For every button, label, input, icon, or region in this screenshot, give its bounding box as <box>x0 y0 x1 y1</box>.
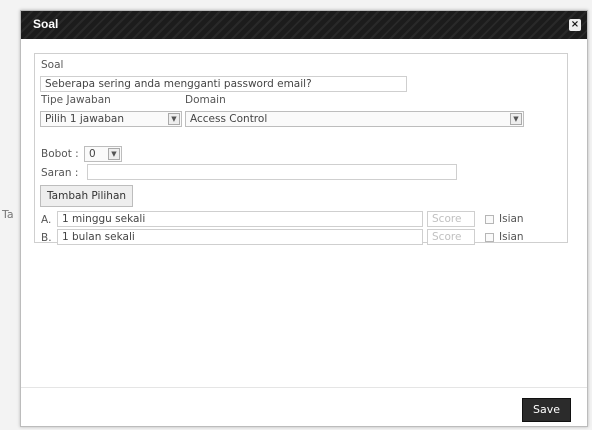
choice-a-prefix: A. <box>41 214 52 226</box>
choice-b-isian-checkbox[interactable] <box>485 233 494 242</box>
footer-divider <box>21 387 587 388</box>
dialog-title: Soal <box>33 17 59 31</box>
choice-b-isian-label: Isian <box>499 231 524 243</box>
choice-a-score-input[interactable]: Score <box>427 211 475 227</box>
background-fragment: Ta <box>2 208 14 221</box>
choice-a-isian-label: Isian <box>499 213 524 225</box>
chevron-down-icon: ▼ <box>108 148 120 160</box>
domain-value: Access Control <box>190 113 268 125</box>
choice-b-prefix: B. <box>41 232 52 244</box>
soal-input[interactable]: Seberapa sering anda mengganti password … <box>40 76 407 92</box>
chevron-down-icon: ▼ <box>168 113 180 125</box>
soal-dialog: Soal × Soal Seberapa sering anda menggan… <box>20 10 588 427</box>
bobot-value: 0 <box>89 148 96 160</box>
choice-b-input[interactable]: 1 bulan sekali <box>57 229 423 245</box>
tipe-jawaban-label: Tipe Jawaban <box>41 94 111 106</box>
dialog-titlebar: Soal × <box>21 11 587 39</box>
save-button[interactable]: Save <box>521 398 571 422</box>
tipe-jawaban-select[interactable]: Pilih 1 jawaban ▼ <box>40 111 182 127</box>
domain-select[interactable]: Access Control ▼ <box>185 111 524 127</box>
domain-label: Domain <box>185 94 226 106</box>
saran-label: Saran : <box>41 167 79 179</box>
close-icon[interactable]: × <box>569 19 581 31</box>
saran-input[interactable] <box>87 164 457 180</box>
bobot-label: Bobot : <box>41 148 79 160</box>
tipe-jawaban-value: Pilih 1 jawaban <box>45 113 124 125</box>
soal-label: Soal <box>41 59 64 71</box>
choice-b-score-input[interactable]: Score <box>427 229 475 245</box>
bobot-select[interactable]: 0 ▼ <box>84 146 122 162</box>
chevron-down-icon: ▼ <box>510 113 522 125</box>
choice-a-input[interactable]: 1 minggu sekali <box>57 211 423 227</box>
question-panel: Soal Seberapa sering anda mengganti pass… <box>34 53 568 245</box>
tambah-pilihan-button[interactable]: Tambah Pilihan <box>40 185 134 207</box>
choice-a-isian-checkbox[interactable] <box>485 215 494 224</box>
